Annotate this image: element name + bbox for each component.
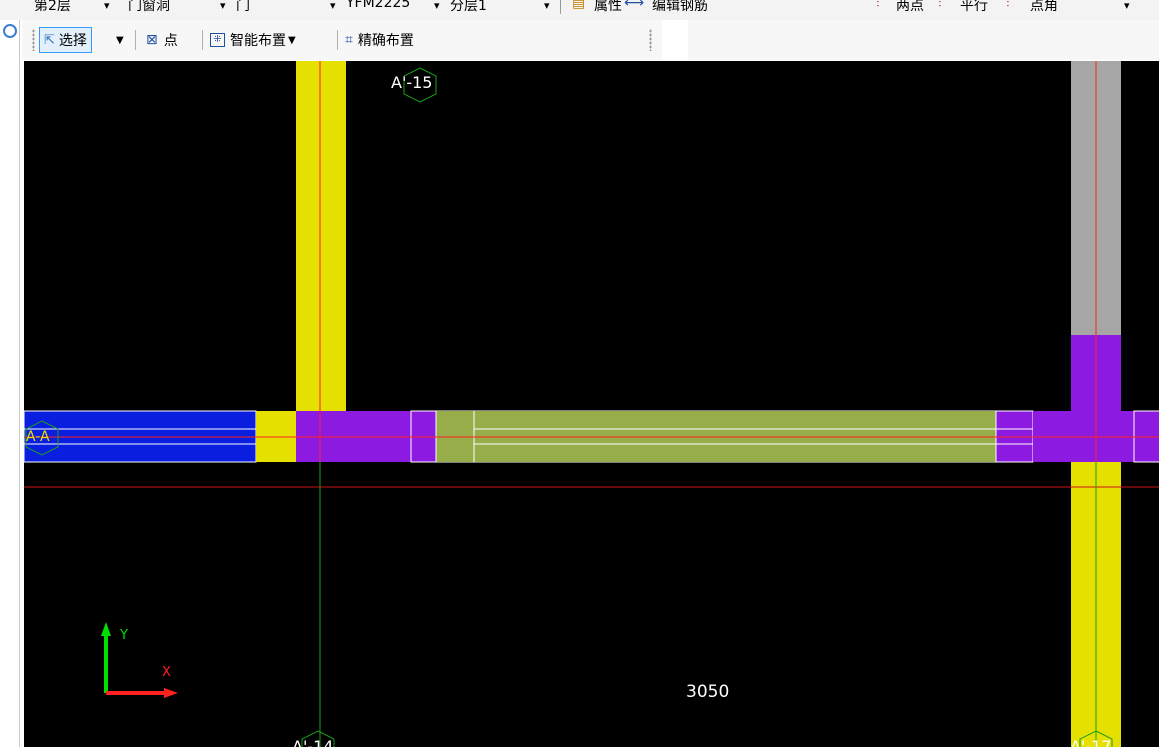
cursor-icon: ⇱: [44, 32, 55, 48]
canvas-svg[interactable]: A'-15 A-A 3050 A'-14 A'-17 Y X: [24, 61, 1159, 747]
wall-vertical-left[interactable]: [296, 61, 346, 411]
select-button[interactable]: ⇱ 选择: [39, 27, 92, 53]
point-button-label: 点: [163, 33, 178, 49]
chevron-down-icon[interactable]: ▾: [220, 0, 226, 12]
point-icon: ⊠: [146, 32, 158, 48]
smart-layout-button[interactable]: ⁜ 智能布置 ▼: [210, 28, 296, 52]
dimension-label: 3050: [686, 682, 729, 702]
edit-rebar-button[interactable]: 编辑钢筋: [652, 0, 708, 15]
type-selector[interactable]: 门: [236, 0, 250, 15]
two-points-icon: ⫶: [876, 0, 880, 11]
parallel-button[interactable]: 平行: [960, 0, 988, 15]
select-dropdown-button[interactable]: ▼: [116, 28, 124, 52]
select-button-label: 选择: [58, 33, 87, 49]
property-icon: ▤: [572, 0, 586, 11]
chevron-down-icon: ▼: [116, 34, 124, 46]
point-button[interactable]: ⊠ 点: [146, 28, 178, 52]
grid-label-top: A'-15: [391, 73, 432, 92]
parallel-icon: ⫶: [938, 0, 942, 11]
chevron-down-icon[interactable]: ▾: [330, 0, 336, 12]
component-selector[interactable]: YFM2225: [346, 0, 410, 11]
chevron-down-icon[interactable]: ▾: [104, 0, 110, 12]
toolbar-separator: [337, 30, 338, 50]
chevron-down-icon[interactable]: ▾: [1124, 0, 1130, 12]
layer-selector[interactable]: 分层1: [450, 0, 487, 15]
edit-rebar-icon: ⟷: [624, 0, 645, 11]
floor-selector[interactable]: 第2层: [34, 0, 71, 15]
precise-layout-button[interactable]: ⌗ 精确布置: [345, 28, 414, 52]
smart-layout-label: 智能布置: [230, 33, 286, 49]
chevron-down-icon[interactable]: ▾: [434, 0, 440, 12]
precise-layout-label: 精确布置: [357, 33, 414, 49]
main-toolbar: ⇱ 选择 ▼ ⊠ 点 ⁜ 智能布置 ▼ ⌗ 精确布置: [22, 20, 1159, 60]
chevron-down-icon: ▼: [288, 34, 296, 46]
grid-label-left: A-A: [26, 429, 50, 445]
axis-y-label: Y: [119, 628, 128, 643]
point-angle-icon: ⫶: [1006, 0, 1010, 11]
grid-label-bottom-right: A'-17: [1070, 737, 1111, 747]
two-points-button[interactable]: 两点: [896, 0, 924, 15]
category-selector[interactable]: 门窗洞: [128, 0, 170, 15]
top-toolbar: 第2层 ▾ 门窗洞 ▾ 门 ▾ YFM2225 ▾ 分层1 ▾ ▤ 属性 ⟷ 编…: [0, 0, 1159, 20]
toolbar-separator: [202, 30, 203, 50]
smart-layout-icon: ⁜: [210, 33, 225, 47]
toolbar-grip[interactable]: [32, 29, 35, 51]
search-icon[interactable]: [3, 24, 17, 38]
toolbar-gap: [662, 20, 688, 60]
left-panel-strip: [0, 20, 22, 747]
ucs-axis-icon: Y X: [101, 622, 178, 698]
toolbar-separator: [560, 0, 561, 14]
precise-layout-icon: ⌗: [345, 32, 353, 48]
chevron-down-icon[interactable]: ▾: [544, 0, 550, 12]
property-button[interactable]: 属性: [594, 0, 622, 15]
grid-label-bottom-left: A'-14: [292, 737, 333, 747]
drawing-canvas[interactable]: A'-15 A-A 3050 A'-14 A'-17 Y X: [24, 61, 1159, 747]
toolbar-separator: [135, 30, 136, 50]
toolbar-grip[interactable]: [649, 29, 652, 51]
point-angle-button[interactable]: 点角: [1030, 0, 1058, 15]
panel-edge: [0, 20, 20, 747]
axis-x-label: X: [162, 665, 171, 680]
